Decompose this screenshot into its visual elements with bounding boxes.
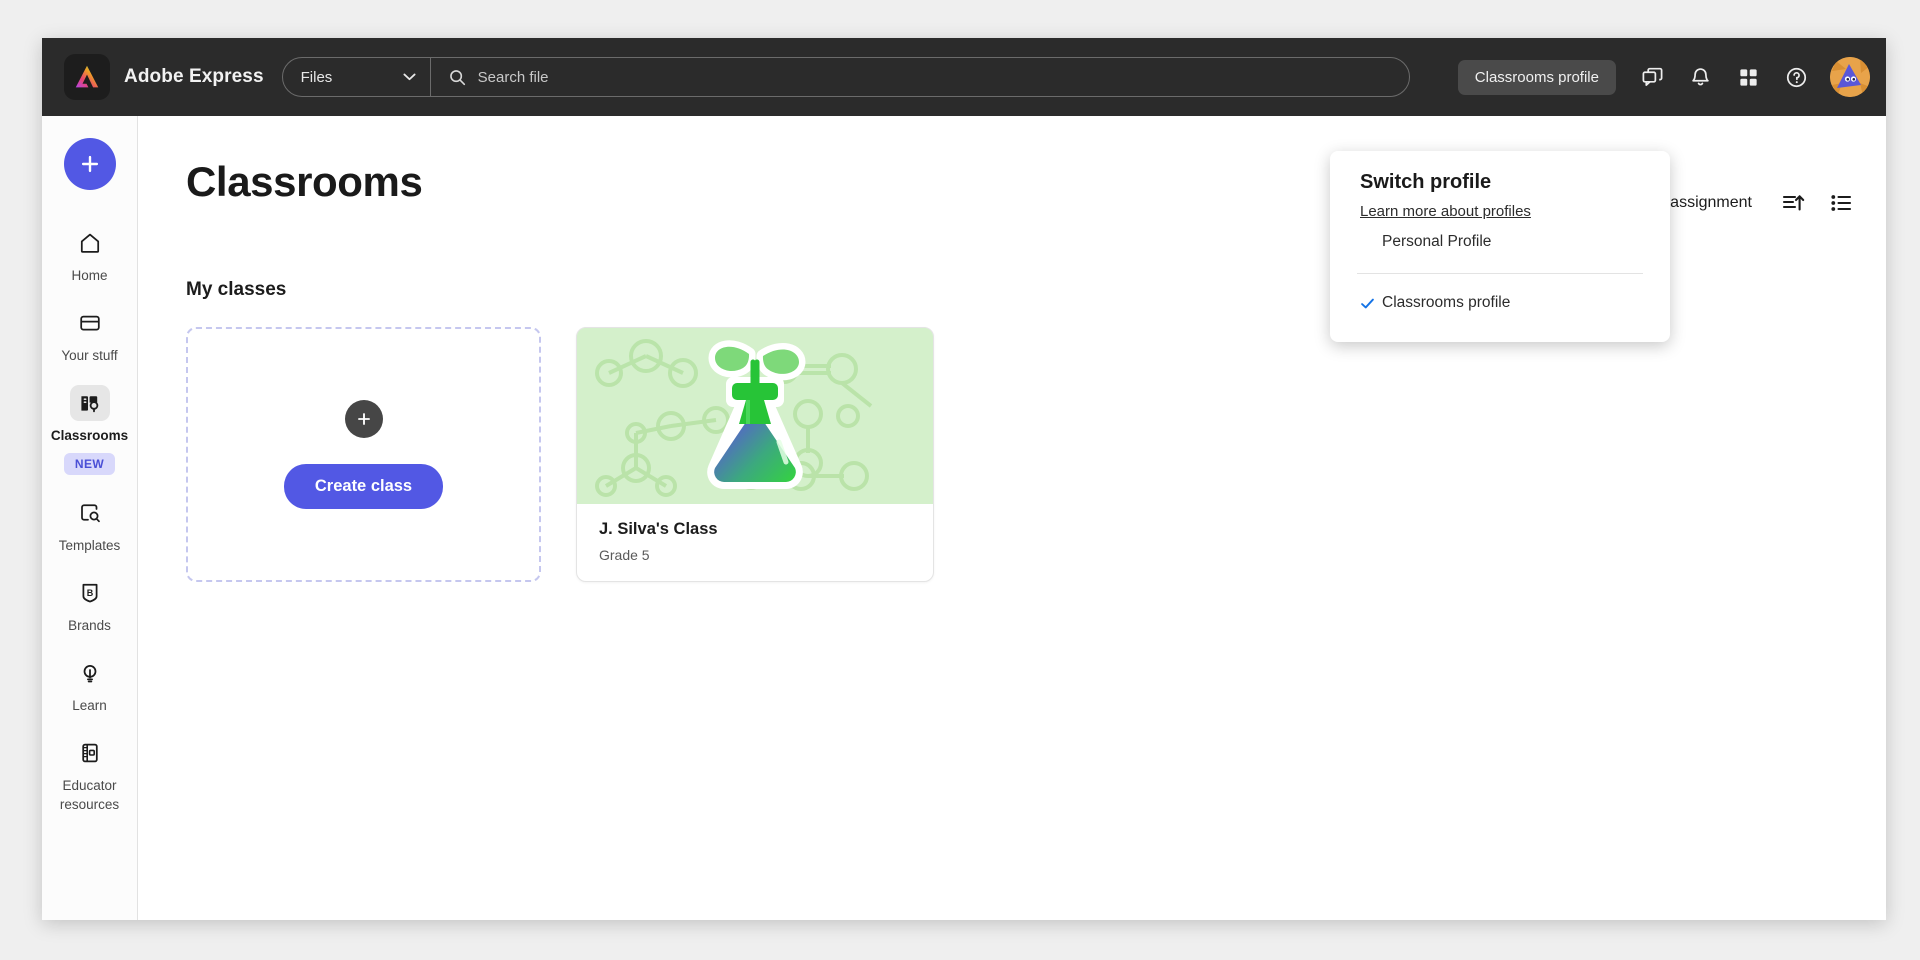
lightbulb-icon: [83, 665, 96, 683]
switch-profile-popover: Switch profile Learn more about profiles…: [1330, 151, 1670, 342]
sidebar-label-your-stuff: Your stuff: [61, 348, 118, 364]
plus-icon: [357, 413, 370, 425]
science-flask-plant-icon: [577, 328, 933, 504]
templates-search-icon: [80, 504, 100, 522]
bell-icon[interactable]: [1678, 55, 1722, 99]
sidebar-item-brands[interactable]: B Brands: [44, 566, 136, 646]
search-icon: [449, 69, 465, 85]
list-view-icon[interactable]: [1824, 186, 1858, 220]
brand-shield-icon: B: [82, 583, 97, 603]
classrooms-icon: [80, 396, 98, 413]
profile-option-classrooms[interactable]: Classrooms profile: [1330, 282, 1670, 324]
top-navigation-bar: Adobe Express Files Search file Classroo…: [42, 38, 1886, 116]
sidebar-label-brands: Brands: [68, 617, 111, 633]
chat-bubbles-icon[interactable]: [1630, 55, 1674, 99]
notebook-icon: [81, 744, 98, 763]
create-class-card[interactable]: Create class: [186, 327, 541, 582]
folder-icon: [79, 315, 100, 331]
classrooms-profile-button[interactable]: Classrooms profile: [1457, 59, 1616, 95]
sidebar-item-educator-resources[interactable]: Educator resources: [44, 726, 136, 824]
left-sidebar: Home Your stuff Classrooms NEW Templates…: [42, 116, 138, 920]
profile-option-label: Classrooms profile: [1382, 294, 1511, 311]
user-avatar[interactable]: [1830, 57, 1870, 97]
sidebar-badge-new: NEW: [63, 452, 116, 475]
sidebar-item-classrooms[interactable]: Classrooms NEW: [44, 376, 136, 485]
class-card-meta: J. Silva's Class Grade 5: [577, 504, 933, 563]
sidebar-label-templates: Templates: [58, 537, 121, 553]
check-icon: [1360, 296, 1382, 311]
sidebar-label-educator-resources: Educator resources: [59, 778, 120, 812]
svg-text:B: B: [86, 588, 93, 598]
chevron-down-icon: [403, 73, 416, 81]
profile-option-personal[interactable]: Personal Profile: [1330, 221, 1670, 263]
sidebar-item-templates[interactable]: Templates: [44, 486, 136, 566]
sort-ascending-icon[interactable]: [1776, 186, 1810, 220]
help-circle-icon[interactable]: [1774, 55, 1818, 99]
profile-option-label: Personal Profile: [1382, 233, 1492, 250]
brand-name: Adobe Express: [124, 66, 264, 87]
sidebar-item-your-stuff[interactable]: Your stuff: [44, 296, 136, 376]
learn-more-about-profiles-link[interactable]: Learn more about profiles: [1360, 203, 1531, 220]
sidebar-label-learn: Learn: [72, 698, 107, 714]
create-new-button[interactable]: [63, 138, 116, 190]
popover-title: Switch profile: [1360, 171, 1492, 193]
sidebar-label-home: Home: [71, 268, 108, 283]
plus-icon: [81, 155, 98, 173]
search-placeholder: Search file: [477, 68, 549, 86]
sidebar-label-classrooms: Classrooms: [50, 428, 129, 444]
sidebar-item-learn[interactable]: Learn: [44, 646, 136, 726]
search-group: Files Search file: [281, 57, 1410, 97]
topbar-right-actions: Classrooms profile: [1457, 55, 1870, 99]
app-window: Adobe Express Files Search file Classroo…: [42, 38, 1886, 920]
create-class-plus-button[interactable]: [344, 400, 383, 438]
class-thumbnail: [577, 328, 933, 504]
popover-divider: [1357, 273, 1643, 274]
apps-grid-icon[interactable]: [1726, 55, 1770, 99]
search-input[interactable]: Search file: [431, 58, 1409, 96]
home-icon: [80, 233, 99, 253]
class-name: J. Silva's Class: [599, 520, 718, 538]
sidebar-item-home[interactable]: Home: [44, 216, 136, 296]
class-card[interactable]: J. Silva's Class Grade 5: [576, 327, 934, 582]
create-class-button[interactable]: Create class: [283, 464, 444, 509]
files-scope-select[interactable]: Files: [283, 58, 431, 96]
class-grade: Grade 5: [599, 547, 650, 563]
files-scope-value: Files: [300, 68, 333, 86]
adobe-express-logo-icon[interactable]: [64, 54, 110, 100]
classes-grid: Create class J. Silva's Class Grade 5: [186, 327, 1886, 582]
